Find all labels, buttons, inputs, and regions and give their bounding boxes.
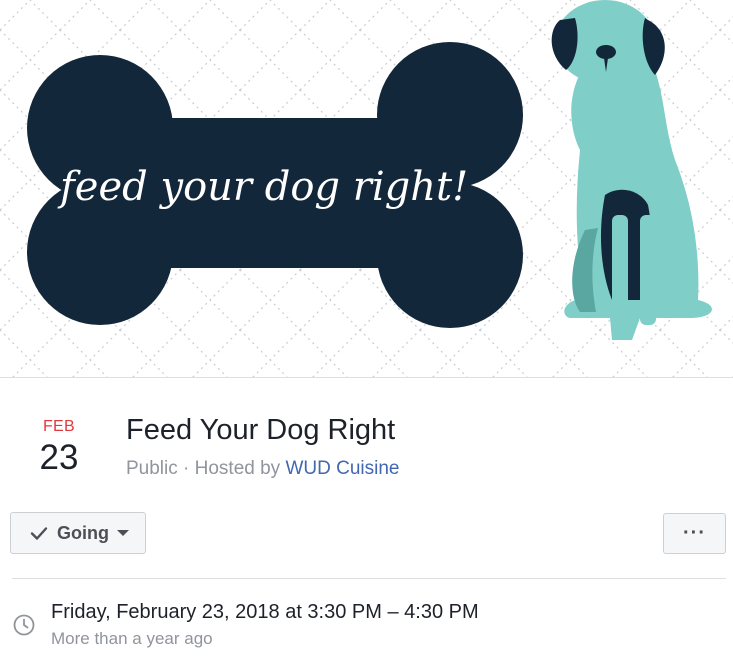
check-icon — [30, 527, 48, 540]
event-meta: Public · Hosted by WUD Cuisine — [126, 457, 400, 481]
event-month: FEB — [42, 418, 76, 435]
event-day: 23 — [39, 438, 79, 477]
event-datetime[interactable]: Friday, February 23, 2018 at 3:30 PM – 4… — [51, 600, 479, 625]
meta-separator: · — [177, 458, 195, 479]
section-divider — [12, 578, 726, 579]
event-relative-time: More than a year ago — [51, 629, 213, 648]
event-title: Feed Your Dog Right — [126, 414, 396, 446]
event-privacy: Public — [126, 458, 178, 479]
caret-down-icon — [117, 530, 129, 536]
going-button[interactable]: Going — [10, 512, 146, 554]
cover-illustration: feed your dog right! — [0, 0, 733, 377]
event-date-badge: FEB 23 — [26, 418, 92, 479]
clock-icon — [13, 614, 35, 636]
host-link[interactable]: WUD Cuisine — [285, 458, 399, 479]
going-label: Going — [57, 522, 109, 543]
hosted-by-label: Hosted by — [194, 458, 286, 479]
more-options-button[interactable]: ··· — [663, 513, 726, 554]
event-cover-photo[interactable]: feed your dog right! — [0, 0, 733, 378]
cover-tagline: feed your dog right! — [57, 164, 468, 210]
